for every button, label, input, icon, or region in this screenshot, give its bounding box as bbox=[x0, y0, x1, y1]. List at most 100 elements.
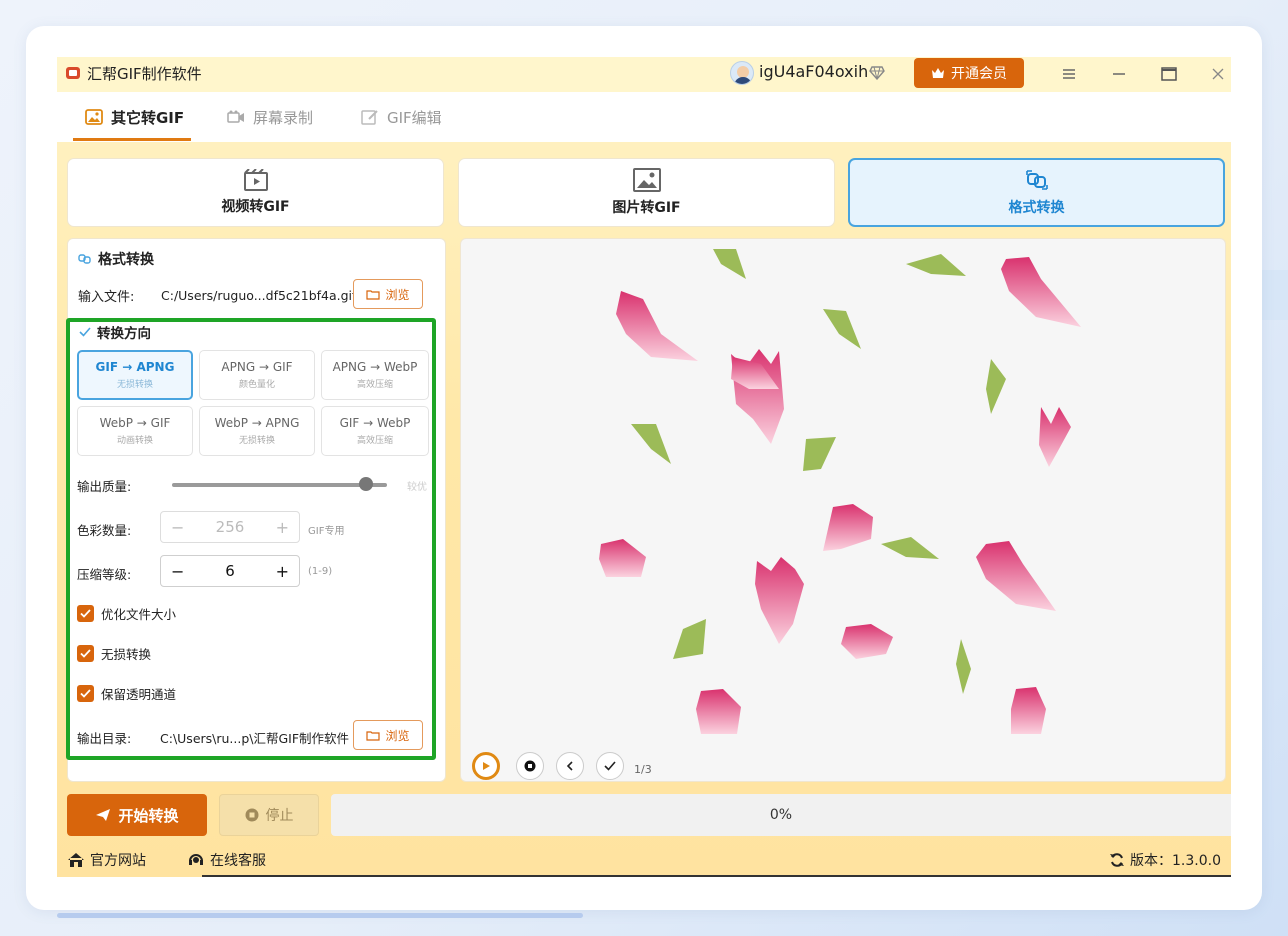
minus-icon[interactable]: − bbox=[171, 562, 184, 581]
tab-label: 其它转GIF bbox=[111, 108, 185, 127]
maximize-icon bbox=[1161, 67, 1177, 81]
mode-video-to-gif[interactable]: 视频转GIF bbox=[67, 158, 444, 227]
direction-title[interactable]: 转换方向 bbox=[79, 322, 151, 342]
close-button[interactable] bbox=[1206, 62, 1230, 86]
minus-icon: − bbox=[171, 517, 185, 537]
input-file-path: C:/Users/ruguo...df5c21bf4a.gif bbox=[161, 287, 357, 303]
home-icon bbox=[68, 853, 84, 867]
preview-panel: 1/3 bbox=[460, 238, 1226, 782]
website-label: 官方网站 bbox=[90, 853, 146, 869]
conv-gif-to-webp[interactable]: GIF → WebP 高效压缩 bbox=[321, 406, 429, 456]
menu-icon bbox=[1063, 69, 1075, 79]
menu-button[interactable] bbox=[1057, 62, 1081, 86]
tab-other-to-gif[interactable]: 其它转GIF bbox=[85, 92, 184, 142]
website-link[interactable]: 官方网站 bbox=[67, 850, 146, 870]
stop-playback-button[interactable] bbox=[516, 752, 544, 780]
picture-icon bbox=[632, 168, 661, 192]
conv-sub: 颜色量化 bbox=[238, 380, 275, 390]
stop-label: 停止 bbox=[265, 808, 294, 824]
conv-webp-to-gif[interactable]: WebP → GIF 动画转换 bbox=[77, 406, 193, 456]
maximize-button[interactable] bbox=[1157, 62, 1181, 86]
colors-stepper: − 256 + bbox=[160, 511, 300, 543]
checkbox-label: 优化文件大小 bbox=[101, 607, 177, 622]
progress-text: 0% bbox=[769, 807, 793, 823]
quality-hint: 较优 bbox=[407, 482, 427, 493]
conv-main: GIF → APNG bbox=[95, 360, 175, 374]
compress-label: 压缩等级: bbox=[77, 567, 132, 582]
quality-slider-thumb[interactable] bbox=[359, 477, 373, 491]
checkbox-keep-alpha[interactable]: 保留透明通道 bbox=[77, 684, 176, 703]
edit-icon bbox=[361, 110, 378, 125]
conv-sub: 无损转换 bbox=[116, 380, 153, 390]
check-icon bbox=[604, 761, 616, 771]
tab-screen-record[interactable]: 屏幕录制 bbox=[227, 92, 313, 142]
conv-apng-to-webp[interactable]: APNG → WebP 高效压缩 bbox=[321, 350, 429, 400]
play-button[interactable] bbox=[472, 752, 500, 780]
tab-label: 屏幕录制 bbox=[253, 108, 314, 127]
bottom-divider bbox=[202, 875, 1231, 877]
headset-icon bbox=[189, 854, 203, 865]
direction-label: 转换方向 bbox=[97, 326, 151, 342]
conv-apng-to-gif[interactable]: APNG → GIF 颜色量化 bbox=[199, 350, 315, 400]
confirm-button[interactable] bbox=[596, 752, 624, 780]
start-label: 开始转换 bbox=[118, 806, 179, 825]
conv-gif-to-apng[interactable]: GIF → APNG 无损转换 bbox=[77, 350, 193, 400]
browse-label: 浏览 bbox=[385, 287, 410, 302]
mode-image-to-gif[interactable]: 图片转GIF bbox=[458, 158, 835, 227]
checkbox-optimize-size[interactable]: 优化文件大小 bbox=[77, 604, 176, 623]
diamond-icon bbox=[869, 66, 885, 80]
panel-title: 格式转换 bbox=[98, 252, 154, 268]
vip-button[interactable]: 开通会员 bbox=[914, 58, 1024, 88]
username[interactable]: igU4aF04oxih bbox=[759, 62, 868, 81]
plus-icon[interactable]: + bbox=[276, 562, 289, 581]
previous-button[interactable] bbox=[556, 752, 584, 780]
version-label: 版本：1.3.0.0 bbox=[1130, 853, 1221, 869]
quality-label: 输出质量: bbox=[77, 479, 132, 494]
minimize-button[interactable] bbox=[1107, 62, 1131, 86]
mode-format-convert[interactable]: 格式转换 bbox=[848, 158, 1225, 227]
app-title: 汇帮GIF制作软件 bbox=[87, 65, 202, 83]
conv-sub: 无损转换 bbox=[238, 436, 275, 446]
vip-label: 开通会员 bbox=[951, 66, 1007, 82]
tab-gif-edit[interactable]: GIF编辑 bbox=[361, 92, 442, 142]
conv-sub: 动画转换 bbox=[116, 436, 153, 446]
quality-slider[interactable] bbox=[172, 483, 387, 487]
conv-sub: 高效压缩 bbox=[356, 380, 393, 390]
browse-input-button[interactable]: 浏览 bbox=[353, 279, 423, 309]
mode-label: 视频转GIF bbox=[221, 199, 290, 215]
compress-stepper[interactable]: − 6 + bbox=[160, 555, 300, 587]
checkbox-lossless[interactable]: 无损转换 bbox=[77, 644, 151, 663]
checkbox-icon[interactable] bbox=[77, 605, 94, 622]
checkbox-label: 无损转换 bbox=[101, 647, 152, 662]
checkbox-label: 保留透明通道 bbox=[101, 687, 177, 702]
crown-icon bbox=[932, 68, 944, 78]
conv-main: APNG → GIF bbox=[221, 360, 293, 374]
mode-label: 图片转GIF bbox=[612, 200, 681, 216]
conv-webp-to-apng[interactable]: WebP → APNG 无损转换 bbox=[199, 406, 315, 456]
version-info: 版本：1.3.0.0 bbox=[1109, 850, 1221, 870]
folder-icon bbox=[366, 289, 381, 300]
stop-button[interactable]: 停止 bbox=[219, 794, 319, 836]
tabs-bar: 其它转GIF 屏幕录制 GIF编辑 bbox=[57, 92, 1231, 142]
tab-label: GIF编辑 bbox=[387, 108, 442, 127]
output-dir-label: 输出目录: bbox=[77, 731, 132, 746]
checkbox-icon[interactable] bbox=[77, 685, 94, 702]
play-icon bbox=[483, 762, 490, 770]
start-convert-button[interactable]: 开始转换 bbox=[67, 794, 207, 836]
browse-output-button[interactable]: 浏览 bbox=[353, 720, 423, 750]
app-logo-icon bbox=[66, 67, 80, 79]
folder-icon bbox=[366, 730, 381, 741]
minimize-icon bbox=[1113, 73, 1125, 75]
checkbox-icon[interactable] bbox=[77, 645, 94, 662]
support-label: 在线客服 bbox=[210, 853, 266, 869]
conv-main: APNG → WebP bbox=[332, 360, 418, 374]
refresh-icon bbox=[1110, 853, 1125, 867]
tab-underline bbox=[73, 138, 191, 141]
check-icon bbox=[79, 327, 91, 337]
convert-icon bbox=[78, 254, 91, 264]
avatar[interactable] bbox=[730, 61, 754, 85]
stop-icon bbox=[524, 760, 536, 772]
conv-main: WebP → APNG bbox=[214, 416, 300, 430]
colors-label: 色彩数量: bbox=[77, 523, 132, 538]
support-link[interactable]: 在线客服 bbox=[187, 850, 266, 870]
